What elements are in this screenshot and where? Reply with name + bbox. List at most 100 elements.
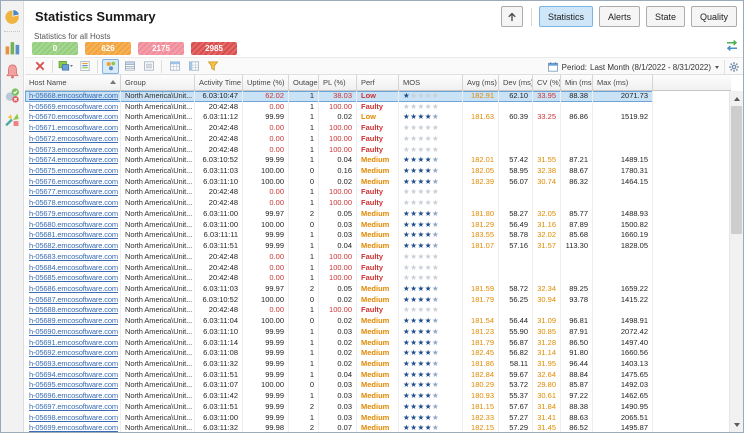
- table-row[interactable]: h-05680.emcosoftware.comNorth America\Un…: [25, 220, 653, 231]
- table-row[interactable]: h-05671.emcosoftware.comNorth America\Un…: [25, 123, 653, 134]
- host-link[interactable]: h-05680.emcosoftware.com: [29, 220, 118, 229]
- host-link[interactable]: h-05669.emcosoftware.com: [29, 102, 118, 111]
- host-link[interactable]: h-05675.emcosoftware.com: [29, 166, 118, 175]
- host-link[interactable]: h-05686.emcosoftware.com: [29, 284, 118, 293]
- host-link[interactable]: h-05679.emcosoftware.com: [29, 209, 118, 218]
- column-header-perf[interactable]: Perf: [357, 75, 399, 90]
- table-row[interactable]: h-05674.emcosoftware.comNorth America\Un…: [25, 155, 653, 166]
- grid-header-view-icon[interactable]: [166, 59, 183, 74]
- host-link[interactable]: h-05668.emcosoftware.com: [29, 91, 118, 100]
- table-row[interactable]: h-05672.emcosoftware.comNorth America\Un…: [25, 134, 653, 145]
- delete-icon[interactable]: [31, 59, 48, 74]
- table-row[interactable]: h-05676.emcosoftware.comNorth America\Un…: [25, 177, 653, 188]
- scrollbar-thumb[interactable]: [731, 106, 742, 234]
- column-header-cv[interactable]: CV (%): [533, 75, 561, 90]
- list-view-icon[interactable]: [140, 59, 157, 74]
- host-link[interactable]: h-05691.emcosoftware.com: [29, 338, 118, 347]
- column-header-dev-ms[interactable]: Dev (ms): [499, 75, 533, 90]
- bar-chart-icon[interactable]: [4, 39, 21, 56]
- host-link[interactable]: h-05699.emcosoftware.com: [29, 423, 118, 432]
- table-row[interactable]: h-05668.emcosoftware.comNorth America\Un…: [25, 91, 653, 102]
- host-link[interactable]: h-05674.emcosoftware.com: [29, 155, 118, 164]
- host-link[interactable]: h-05683.emcosoftware.com: [29, 252, 118, 261]
- host-link[interactable]: h-05678.emcosoftware.com: [29, 198, 118, 207]
- table-row[interactable]: h-05684.emcosoftware.comNorth America\Un…: [25, 263, 653, 274]
- column-header-group[interactable]: Group: [121, 75, 195, 90]
- host-link[interactable]: h-05681.emcosoftware.com: [29, 230, 118, 239]
- table-row[interactable]: h-05678.emcosoftware.comNorth America\Un…: [25, 198, 653, 209]
- table-row[interactable]: h-05699.emcosoftware.comNorth America\Un…: [25, 423, 653, 432]
- vertical-scrollbar[interactable]: [729, 91, 743, 432]
- table-row[interactable]: h-05697.emcosoftware.comNorth America\Un…: [25, 402, 653, 413]
- host-link[interactable]: h-05670.emcosoftware.com: [29, 112, 118, 121]
- column-header-host-name[interactable]: Host Name: [25, 75, 121, 90]
- host-link[interactable]: h-05676.emcosoftware.com: [29, 177, 118, 186]
- host-link[interactable]: h-05696.emcosoftware.com: [29, 391, 118, 400]
- host-link[interactable]: h-05672.emcosoftware.com: [29, 134, 118, 143]
- host-link[interactable]: h-05695.emcosoftware.com: [29, 380, 118, 389]
- table-row[interactable]: h-05698.emcosoftware.comNorth America\Un…: [25, 413, 653, 424]
- filter-icon[interactable]: [204, 59, 221, 74]
- host-link[interactable]: h-05689.emcosoftware.com: [29, 316, 118, 325]
- table-row[interactable]: h-05690.emcosoftware.comNorth America\Un…: [25, 327, 653, 338]
- column-header-pl[interactable]: PL (%): [319, 75, 357, 90]
- scroll-down-button[interactable]: [730, 418, 743, 431]
- host-link[interactable]: h-05692.emcosoftware.com: [29, 348, 118, 357]
- swap-columns-icon[interactable]: [725, 39, 739, 52]
- table-row[interactable]: h-05681.emcosoftware.comNorth America\Un…: [25, 230, 653, 241]
- export-dropdown-icon[interactable]: [57, 59, 74, 74]
- table-row[interactable]: h-05669.emcosoftware.comNorth America\Un…: [25, 102, 653, 113]
- table-row[interactable]: h-05685.emcosoftware.comNorth America\Un…: [25, 273, 653, 284]
- horizontal-panels-view-icon[interactable]: [121, 59, 138, 74]
- pie-chart-icon[interactable]: [4, 8, 21, 25]
- column-header-mos[interactable]: MOS: [399, 75, 463, 90]
- host-link[interactable]: h-05694.emcosoftware.com: [29, 370, 118, 379]
- host-link[interactable]: h-05690.emcosoftware.com: [29, 327, 118, 336]
- table-row[interactable]: h-05686.emcosoftware.comNorth America\Un…: [25, 284, 653, 295]
- report-icon[interactable]: [76, 59, 93, 74]
- performance-icon[interactable]: [4, 111, 21, 128]
- table-row[interactable]: h-05675.emcosoftware.comNorth America\Un…: [25, 166, 653, 177]
- tab-statistics[interactable]: Statistics: [539, 6, 593, 27]
- table-row[interactable]: h-05691.emcosoftware.comNorth America\Un…: [25, 338, 653, 349]
- table-row[interactable]: h-05692.emcosoftware.comNorth America\Un…: [25, 348, 653, 359]
- host-icons-view-icon[interactable]: [102, 59, 119, 74]
- collapse-panel-button[interactable]: [501, 6, 523, 27]
- column-header-uptime[interactable]: Uptime (%): [243, 75, 289, 90]
- scroll-up-button[interactable]: [730, 92, 743, 105]
- table-row[interactable]: h-05683.emcosoftware.comNorth America\Un…: [25, 252, 653, 263]
- column-header-avg-ms[interactable]: Avg (ms): [463, 75, 499, 90]
- host-link[interactable]: h-05684.emcosoftware.com: [29, 263, 118, 272]
- table-row[interactable]: h-05688.emcosoftware.comNorth America\Un…: [25, 305, 653, 316]
- host-link[interactable]: h-05688.emcosoftware.com: [29, 305, 118, 314]
- tab-quality[interactable]: Quality: [691, 6, 737, 27]
- table-row[interactable]: h-05682.emcosoftware.comNorth America\Un…: [25, 241, 653, 252]
- host-state-icon[interactable]: [4, 87, 21, 104]
- tab-state[interactable]: State: [646, 6, 685, 27]
- host-link[interactable]: h-05673.emcosoftware.com: [29, 145, 118, 154]
- table-row[interactable]: h-05696.emcosoftware.comNorth America\Un…: [25, 391, 653, 402]
- host-link[interactable]: h-05693.emcosoftware.com: [29, 359, 118, 368]
- host-link[interactable]: h-05687.emcosoftware.com: [29, 295, 118, 304]
- alarm-bell-icon[interactable]: [4, 63, 21, 80]
- table-row[interactable]: h-05673.emcosoftware.comNorth America\Un…: [25, 145, 653, 156]
- period-selector[interactable]: Period: Last Month (8/1/2022 - 8/31/2022…: [547, 58, 719, 76]
- grid-columns-view-icon[interactable]: [185, 59, 202, 74]
- table-row[interactable]: h-05689.emcosoftware.comNorth America\Un…: [25, 316, 653, 327]
- host-link[interactable]: h-05677.emcosoftware.com: [29, 187, 118, 196]
- table-row[interactable]: h-05677.emcosoftware.comNorth America\Un…: [25, 187, 653, 198]
- column-header-min-ms[interactable]: Min (ms): [561, 75, 593, 90]
- table-row[interactable]: h-05694.emcosoftware.comNorth America\Un…: [25, 370, 653, 381]
- column-header-max-ms[interactable]: Max (ms): [593, 75, 653, 90]
- table-row[interactable]: h-05687.emcosoftware.comNorth America\Un…: [25, 295, 653, 306]
- table-row[interactable]: h-05693.emcosoftware.comNorth America\Un…: [25, 359, 653, 370]
- column-header-activity-time[interactable]: Activity Time: [195, 75, 243, 90]
- table-row[interactable]: h-05679.emcosoftware.comNorth America\Un…: [25, 209, 653, 220]
- table-row[interactable]: h-05670.emcosoftware.comNorth America\Un…: [25, 112, 653, 123]
- settings-gear-icon[interactable]: [724, 60, 740, 74]
- tab-alerts[interactable]: Alerts: [599, 6, 640, 27]
- host-link[interactable]: h-05671.emcosoftware.com: [29, 123, 118, 132]
- host-link[interactable]: h-05682.emcosoftware.com: [29, 241, 118, 250]
- column-header-outages[interactable]: Outages: [289, 75, 319, 90]
- host-link[interactable]: h-05697.emcosoftware.com: [29, 402, 118, 411]
